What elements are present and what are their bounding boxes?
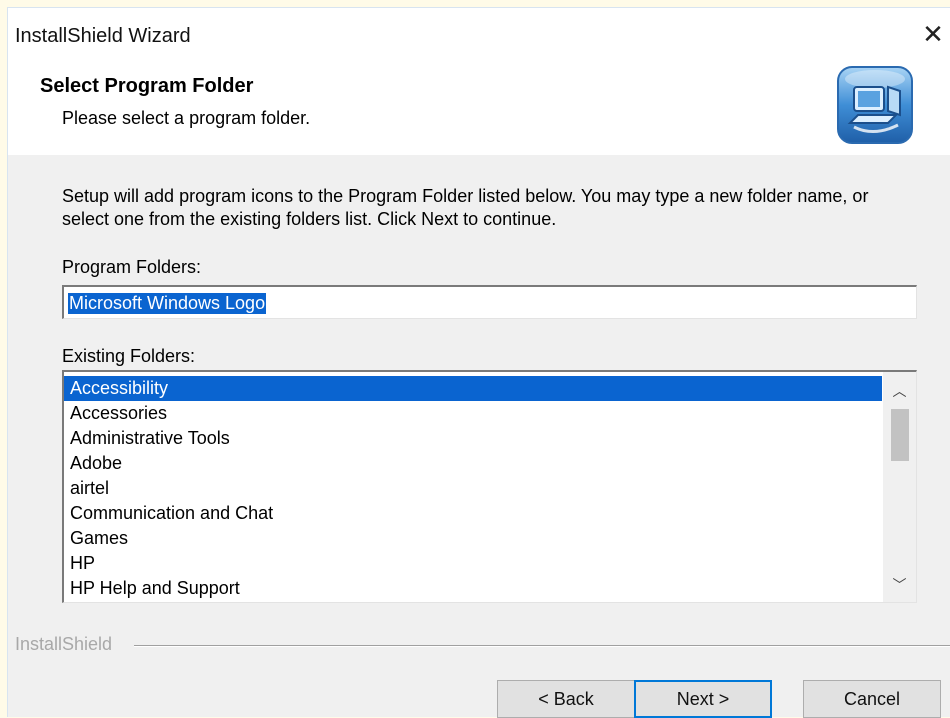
scroll-thumb[interactable]: [891, 409, 909, 461]
list-item[interactable]: Games: [64, 526, 882, 551]
program-folder-value: Microsoft Windows Logo: [68, 293, 267, 314]
instructions-text: Setup will add program icons to the Prog…: [62, 186, 869, 229]
list-item[interactable]: HP: [64, 551, 882, 576]
footer-divider: [134, 645, 950, 647]
installshield-wizard-window: InstallShield Wizard ✕ Select Program Fo…: [7, 7, 950, 718]
list-item[interactable]: Accessories: [64, 401, 882, 426]
back-button[interactable]: < Back: [497, 680, 635, 718]
close-icon[interactable]: ✕: [916, 16, 950, 54]
list-item[interactable]: Accessibility: [64, 376, 882, 401]
wizard-header: Select Program Folder Please select a pr…: [8, 60, 950, 155]
scroll-down-icon[interactable]: ﹀: [883, 572, 916, 600]
scroll-up-icon[interactable]: ︿: [883, 378, 916, 406]
folder-list-items: Accessibility Accessories Administrative T…: [64, 376, 882, 601]
header-divider: [8, 154, 950, 155]
next-button[interactable]: Next >: [634, 680, 772, 718]
list-item[interactable]: Administrative Tools: [64, 426, 882, 451]
list-item[interactable]: Communication and Chat: [64, 501, 882, 526]
installer-computer-icon: [837, 66, 913, 144]
page-title: Select Program Folder: [40, 75, 254, 97]
list-item[interactable]: Adobe: [64, 451, 882, 476]
list-item[interactable]: airtel: [64, 476, 882, 501]
page-subtitle: Please select a program folder.: [62, 108, 311, 128]
existing-folders-label: Existing Folders:: [62, 346, 196, 366]
program-folder-input[interactable]: Microsoft Windows Logo: [62, 285, 917, 319]
list-item[interactable]: HP Help and Support: [64, 576, 882, 601]
existing-folders-list[interactable]: Accessibility Accessories Administrative T…: [62, 370, 917, 603]
title-bar: InstallShield Wizard ✕: [8, 8, 950, 60]
cancel-button[interactable]: Cancel: [803, 680, 941, 718]
program-folders-label: Program Folders:: [62, 257, 202, 277]
installshield-brand: InstallShield: [15, 634, 113, 654]
window-title: InstallShield Wizard: [15, 25, 191, 47]
list-scrollbar[interactable]: ︿ ﹀: [883, 372, 916, 602]
